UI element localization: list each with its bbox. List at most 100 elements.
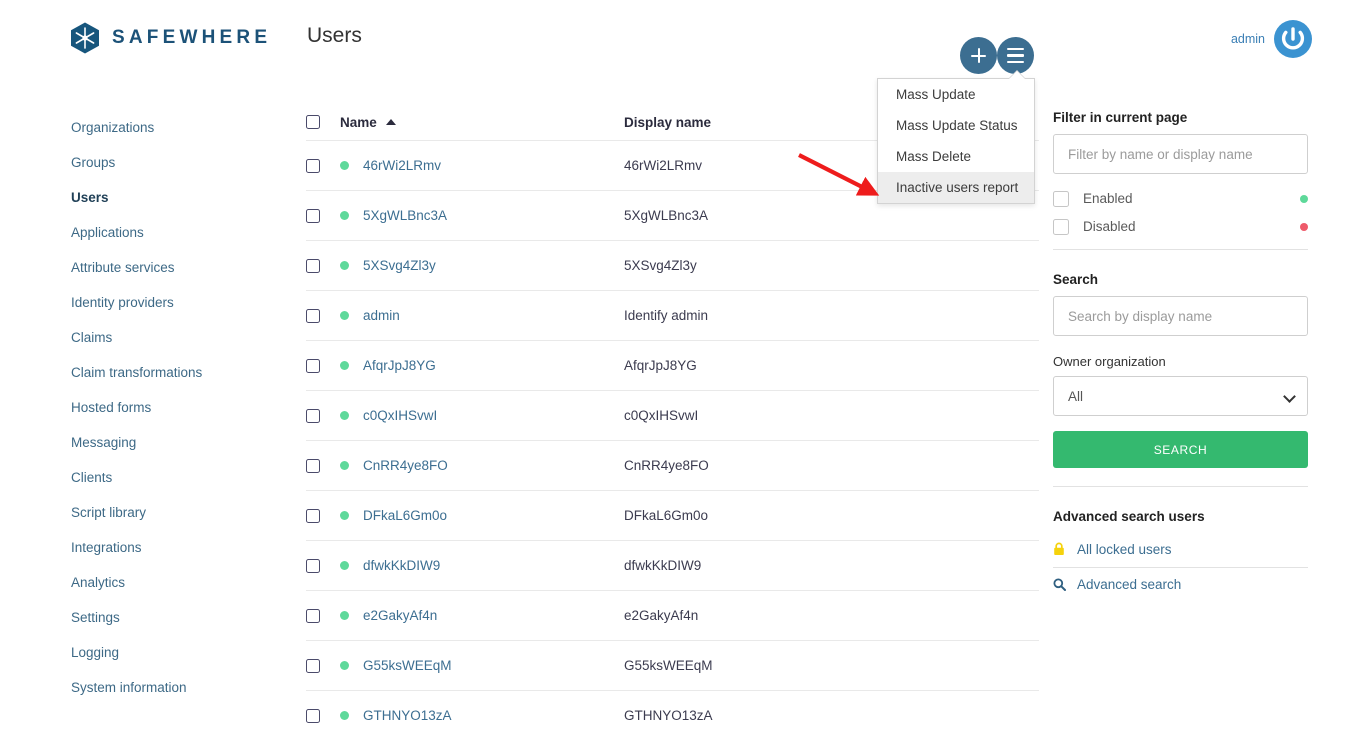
- sidebar-item-logging[interactable]: Logging: [0, 635, 280, 670]
- table-row[interactable]: GTHNYO13zA GTHNYO13zA: [306, 691, 1039, 733]
- row-name-link[interactable]: 46rWi2LRmv: [363, 158, 441, 173]
- table-row[interactable]: 5XSvg4Zl3y 5XSvg4Zl3y: [306, 241, 1039, 291]
- row-name-link[interactable]: dfwkKkDIW9: [363, 558, 440, 573]
- row-status-dot-icon: [340, 511, 349, 520]
- row-checkbox[interactable]: [306, 408, 320, 423]
- row-checkbox[interactable]: [306, 708, 320, 723]
- sidebar-item-system-information[interactable]: System information: [0, 670, 280, 705]
- row-checkbox[interactable]: [306, 608, 320, 623]
- row-select-cell: [306, 658, 340, 673]
- row-select-cell: [306, 208, 340, 223]
- row-name-link[interactable]: c0QxIHSvwI: [363, 408, 437, 423]
- column-header-name[interactable]: Name: [340, 115, 624, 130]
- table-row[interactable]: c0QxIHSvwI c0QxIHSvwI: [306, 391, 1039, 441]
- table-row[interactable]: dfwkKkDIW9 dfwkKkDIW9: [306, 541, 1039, 591]
- sidebar-item-script-library[interactable]: Script library: [0, 495, 280, 530]
- table-row[interactable]: DFkaL6Gm0o DFkaL6Gm0o: [306, 491, 1039, 541]
- row-select-cell: [306, 358, 340, 373]
- row-status-dot-icon: [340, 661, 349, 670]
- owner-organization-select[interactable]: All: [1053, 376, 1308, 416]
- filter-input[interactable]: [1053, 134, 1308, 174]
- row-status-dot-icon: [340, 161, 349, 170]
- row-status-dot-icon: [340, 211, 349, 220]
- row-display-name: 5XgWLBnc3A: [624, 207, 709, 223]
- row-status-dot-icon: [340, 561, 349, 570]
- table-row[interactable]: admin Identify admin: [306, 291, 1039, 341]
- sidebar-item-claims[interactable]: Claims: [0, 320, 280, 355]
- menu-item-mass-update-status[interactable]: Mass Update Status: [878, 110, 1034, 141]
- sidebar-item-users[interactable]: Users: [0, 180, 280, 215]
- add-user-button[interactable]: [960, 37, 997, 74]
- sidebar-item-hosted-forms[interactable]: Hosted forms: [0, 390, 280, 425]
- filter-enabled-checkbox[interactable]: [1053, 190, 1069, 207]
- sidebar-item-settings[interactable]: Settings: [0, 600, 280, 635]
- row-checkbox[interactable]: [306, 508, 320, 523]
- owner-organization-label: Owner organization: [1053, 354, 1166, 369]
- row-name-link[interactable]: 5XSvg4Zl3y: [363, 258, 436, 273]
- row-checkbox[interactable]: [306, 558, 320, 573]
- filter-disabled-row[interactable]: Disabled: [1053, 214, 1308, 239]
- row-checkbox[interactable]: [306, 208, 320, 223]
- menu-item-inactive-users-report[interactable]: Inactive users report: [878, 172, 1034, 203]
- actions-menu-button[interactable]: [997, 37, 1034, 74]
- sidebar-item-integrations[interactable]: Integrations: [0, 530, 280, 565]
- row-display-name: e2GakyAf4n: [624, 607, 699, 623]
- row-name-link[interactable]: admin: [363, 308, 400, 323]
- row-name-link[interactable]: AfqrJpJ8YG: [363, 358, 436, 373]
- sidebar-item-groups[interactable]: Groups: [0, 145, 280, 180]
- account-area[interactable]: admin: [1231, 19, 1313, 59]
- filter-disabled-checkbox[interactable]: [1053, 218, 1069, 235]
- menu-item-mass-delete[interactable]: Mass Delete: [878, 141, 1034, 172]
- table-row[interactable]: AfqrJpJ8YG AfqrJpJ8YG: [306, 341, 1039, 391]
- search-button[interactable]: SEARCH: [1053, 431, 1308, 468]
- row-display-name: GTHNYO13zA: [624, 707, 713, 723]
- sidebar-item-clients[interactable]: Clients: [0, 460, 280, 495]
- row-display-name: CnRR4ye8FO: [624, 457, 709, 473]
- search-icon: [1053, 578, 1071, 591]
- sidebar-item-organizations[interactable]: Organizations: [0, 110, 280, 145]
- row-display-name-cell: Identify admin: [624, 307, 1039, 325]
- row-display-name-cell: G55ksWEEqM: [624, 657, 1039, 675]
- row-name-cell: c0QxIHSvwI: [340, 408, 624, 423]
- sidebar-nav: Organizations Groups Users Applications Attr…: [0, 110, 280, 705]
- row-name-link[interactable]: DFkaL6Gm0o: [363, 508, 447, 523]
- table-row[interactable]: G55ksWEEqM G55ksWEEqM: [306, 641, 1039, 691]
- row-status-dot-icon: [340, 711, 349, 720]
- power-avatar-icon[interactable]: [1273, 19, 1313, 59]
- sidebar-item-attribute-services[interactable]: Attribute services: [0, 250, 280, 285]
- advanced-search-title: Advanced search users: [1053, 509, 1205, 524]
- row-checkbox[interactable]: [306, 358, 320, 373]
- row-name-link[interactable]: e2GakyAf4n: [363, 608, 437, 623]
- sidebar-item-claim-transformations[interactable]: Claim transformations: [0, 355, 280, 390]
- row-name-link[interactable]: 5XgWLBnc3A: [363, 208, 447, 223]
- menu-item-mass-update[interactable]: Mass Update: [878, 79, 1034, 110]
- row-name-link[interactable]: CnRR4ye8FO: [363, 458, 448, 473]
- select-all-checkbox[interactable]: [306, 115, 320, 129]
- filter-enabled-label: Enabled: [1083, 191, 1133, 206]
- row-select-cell: [306, 508, 340, 523]
- sidebar-item-identity-providers[interactable]: Identity providers: [0, 285, 280, 320]
- sidebar-item-applications[interactable]: Applications: [0, 215, 280, 250]
- row-checkbox[interactable]: [306, 258, 320, 273]
- row-name-link[interactable]: G55ksWEEqM: [363, 658, 452, 673]
- all-locked-users-link[interactable]: All locked users: [1053, 533, 1308, 565]
- row-status-dot-icon: [340, 411, 349, 420]
- row-checkbox[interactable]: [306, 658, 320, 673]
- row-name-cell: dfwkKkDIW9: [340, 558, 624, 573]
- search-input[interactable]: [1053, 296, 1308, 336]
- brand-logo[interactable]: SAFEWHERE: [70, 22, 271, 54]
- enabled-status-dot-icon: [1300, 194, 1308, 203]
- row-name-cell: GTHNYO13zA: [340, 708, 624, 723]
- table-row[interactable]: CnRR4ye8FO CnRR4ye8FO: [306, 441, 1039, 491]
- sidebar-item-analytics[interactable]: Analytics: [0, 565, 280, 600]
- row-name-link[interactable]: GTHNYO13zA: [363, 708, 452, 723]
- row-checkbox[interactable]: [306, 458, 320, 473]
- advanced-search-link[interactable]: Advanced search: [1053, 568, 1308, 600]
- sort-ascending-caret-icon: [385, 119, 396, 125]
- filter-enabled-row[interactable]: Enabled: [1053, 186, 1308, 211]
- table-row[interactable]: e2GakyAf4n e2GakyAf4n: [306, 591, 1039, 641]
- sidebar-item-messaging[interactable]: Messaging: [0, 425, 280, 460]
- row-checkbox[interactable]: [306, 158, 320, 173]
- row-checkbox[interactable]: [306, 308, 320, 323]
- hamburger-menu-icon: [1007, 46, 1024, 65]
